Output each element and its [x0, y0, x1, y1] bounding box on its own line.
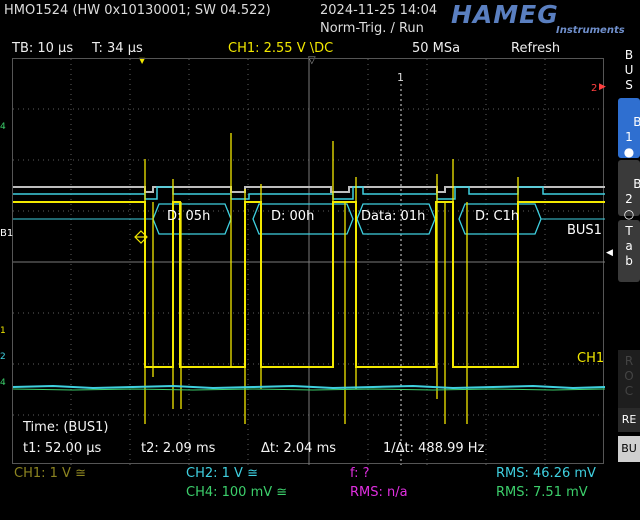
b1-active-icon: ●: [623, 145, 635, 159]
b2-inactive-icon: ○: [623, 207, 635, 221]
re-button[interactable]: RE: [618, 408, 640, 432]
brand-subtitle: Instruments: [556, 25, 625, 36]
bus1-trace-label: BUS1: [567, 223, 602, 238]
roc-button[interactable]: R O C: [618, 350, 640, 408]
cursor-2-label[interactable]: 2: [591, 83, 597, 94]
side-panel: B U S B 1 ● B 2 ○ T a b R O C RE BU: [618, 40, 640, 470]
ch4-level-marker: 4: [0, 122, 6, 132]
ch2-scale[interactable]: CH2: 1 V ≅: [186, 466, 258, 481]
device-info: HMO1524 (HW 0x10130001; SW 04.522): [4, 3, 271, 18]
ch2-level-marker: 2: [0, 352, 6, 362]
ch2-rms-readout: RMS: 46.26 mV: [496, 466, 596, 481]
measure-title: Time: (BUS1): [23, 420, 109, 435]
decode-frame-3[interactable]: Data: 01h: [361, 209, 425, 224]
bus-menu-label: B U S: [618, 48, 640, 94]
measure-inverse-delta-t: 1/Δt: 488.99 Hz: [383, 441, 485, 456]
trigger-mode: Norm-Trig. / Run: [320, 21, 424, 36]
bu-button[interactable]: BU: [618, 436, 640, 462]
ch1-trace-label: CH1: [577, 351, 605, 366]
sample-rate-readout: 50 MSa: [412, 41, 461, 56]
ch1-trigger-readout[interactable]: CH1: 2.55 V \DC: [228, 41, 333, 56]
cursor-1-label[interactable]: 1: [397, 71, 404, 84]
brand-logo: HAMEG: [451, 0, 559, 29]
ch1-scale[interactable]: CH1: 1 V ≅: [14, 466, 86, 481]
ch1-level-marker: 1: [0, 326, 6, 336]
rms-readout: RMS: n/a: [350, 485, 408, 500]
trigger-time-readout[interactable]: T: 34 µs: [92, 41, 143, 56]
measure-t2: t2: 2.09 ms: [141, 441, 216, 456]
decode-frame-2[interactable]: D: 00h: [271, 209, 314, 224]
timebase-readout[interactable]: TB: 10 µs: [12, 41, 73, 56]
trigger-level-arrow-icon: ◀: [606, 248, 613, 258]
decode-frame-4[interactable]: D: C1h: [475, 209, 519, 224]
tab-button[interactable]: T a b: [618, 220, 640, 282]
measure-t1: t1: 52.00 µs: [23, 441, 102, 456]
decode-frame-1[interactable]: D: 05h: [167, 209, 210, 224]
ch4-ground-marker: 4: [0, 378, 6, 388]
acquisition-mode[interactable]: Refresh: [511, 41, 560, 56]
measure-delta-t: Δt: 2.04 ms: [261, 441, 337, 456]
ch4-rms-readout: RMS: 7.51 mV: [496, 485, 588, 500]
frequency-readout: f: ?: [350, 466, 370, 481]
waveform-display[interactable]: D: 05h D: 00h Data: 01h D: C1h 1 2 ▶ BUS…: [12, 58, 606, 465]
b1-button-label: B 1: [625, 115, 640, 144]
b1-level-marker: B1: [0, 228, 14, 239]
b2-button[interactable]: B 2 ○: [618, 160, 640, 221]
cursor-2-arrow-icon: ▶: [599, 82, 606, 92]
b1-button[interactable]: B 1 ●: [618, 98, 640, 159]
datetime: 2024-11-25 14:04: [320, 3, 438, 18]
waveform-svg: [13, 59, 605, 465]
b2-button-label: B 2: [625, 177, 640, 206]
ch4-scale[interactable]: CH4: 100 mV ≅: [186, 485, 287, 500]
